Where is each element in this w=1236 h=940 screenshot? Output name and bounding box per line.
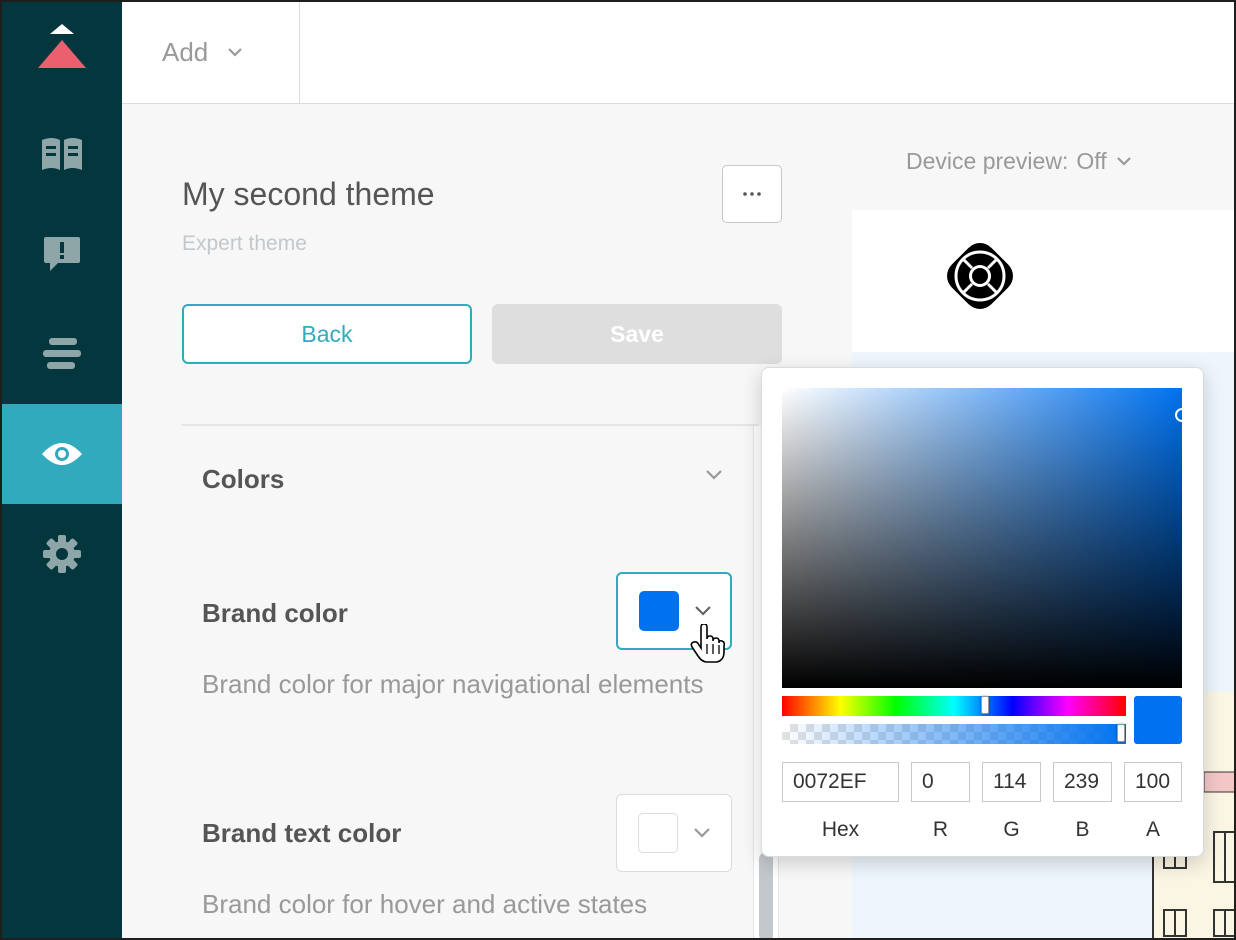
g-input[interactable] bbox=[982, 762, 1041, 802]
section-divider bbox=[182, 424, 758, 426]
app-window: Add My second theme Expert theme Back Sa… bbox=[0, 0, 1236, 940]
device-preview-toggle[interactable]: Device preview: Off bbox=[906, 148, 1131, 175]
align-left-icon bbox=[43, 338, 81, 369]
book-icon bbox=[42, 138, 82, 170]
top-bar: Add bbox=[122, 2, 1234, 104]
hex-input[interactable] bbox=[782, 762, 899, 802]
chevron-down-icon[interactable] bbox=[706, 470, 722, 480]
back-button[interactable]: Back bbox=[182, 304, 472, 364]
device-preview-label: Device preview: bbox=[906, 148, 1069, 174]
chevron-down-icon bbox=[228, 48, 243, 57]
sidebar-item-alerts[interactable] bbox=[2, 204, 122, 304]
brand-color-swatch bbox=[639, 591, 679, 631]
colors-section-title[interactable]: Colors bbox=[202, 464, 284, 495]
more-options-button[interactable] bbox=[722, 165, 782, 223]
saturation-black-gradient bbox=[782, 388, 1182, 688]
eye-icon bbox=[42, 443, 82, 465]
sidebar-item-themes[interactable] bbox=[2, 404, 122, 504]
brand-text-color-swatch bbox=[638, 813, 678, 853]
g-label: G bbox=[1003, 818, 1020, 841]
alpha-slider[interactable] bbox=[782, 724, 1126, 744]
saturation-handle[interactable] bbox=[1175, 408, 1189, 422]
brand-text-color-picker-button[interactable] bbox=[616, 794, 732, 872]
a-label: A bbox=[1145, 818, 1160, 841]
saturation-area[interactable] bbox=[782, 388, 1189, 688]
current-color-preview bbox=[1134, 696, 1182, 744]
app-logo-icon[interactable] bbox=[36, 24, 88, 72]
hue-slider-handle[interactable] bbox=[980, 696, 989, 714]
ellipsis-icon bbox=[743, 192, 761, 196]
add-menu-label: Add bbox=[162, 37, 209, 67]
chevron-down-icon bbox=[695, 606, 711, 616]
hand-cursor-icon bbox=[690, 624, 726, 663]
b-label: B bbox=[1075, 818, 1090, 841]
color-picker-popover: Hex R G B A bbox=[761, 367, 1204, 857]
hex-label: Hex bbox=[821, 818, 860, 841]
chevron-down-icon bbox=[1116, 157, 1131, 166]
theme-subtitle: Expert theme bbox=[182, 232, 307, 255]
brand-color-description: Brand color for major navigational eleme… bbox=[202, 669, 704, 699]
brand-color-label: Brand color bbox=[202, 598, 348, 628]
r-input[interactable] bbox=[911, 762, 970, 802]
gear-icon bbox=[43, 535, 81, 573]
r-label: R bbox=[932, 818, 949, 841]
alert-bubble-icon bbox=[44, 237, 80, 271]
chevron-down-icon bbox=[694, 828, 710, 838]
theme-title: My second theme bbox=[182, 176, 435, 212]
device-preview-value: Off bbox=[1076, 148, 1107, 174]
sidebar bbox=[2, 2, 122, 938]
sidebar-item-content[interactable] bbox=[2, 304, 122, 404]
b-input[interactable] bbox=[1053, 762, 1112, 802]
sidebar-item-guide[interactable] bbox=[2, 104, 122, 204]
brand-text-color-label: Brand text color bbox=[202, 818, 402, 848]
a-input[interactable] bbox=[1124, 762, 1182, 802]
save-button[interactable]: Save bbox=[492, 304, 782, 364]
settings-scrollbar-thumb[interactable] bbox=[759, 852, 773, 938]
lifebuoy-logo-icon bbox=[947, 243, 1013, 309]
brand-text-color-description: Brand color for hover and active states bbox=[202, 889, 648, 919]
sidebar-item-settings[interactable] bbox=[2, 504, 122, 604]
add-menu-button[interactable]: Add bbox=[122, 2, 300, 103]
alpha-slider-handle[interactable] bbox=[1117, 724, 1125, 742]
alpha-gradient bbox=[782, 724, 1126, 744]
hue-slider[interactable] bbox=[782, 696, 1126, 716]
